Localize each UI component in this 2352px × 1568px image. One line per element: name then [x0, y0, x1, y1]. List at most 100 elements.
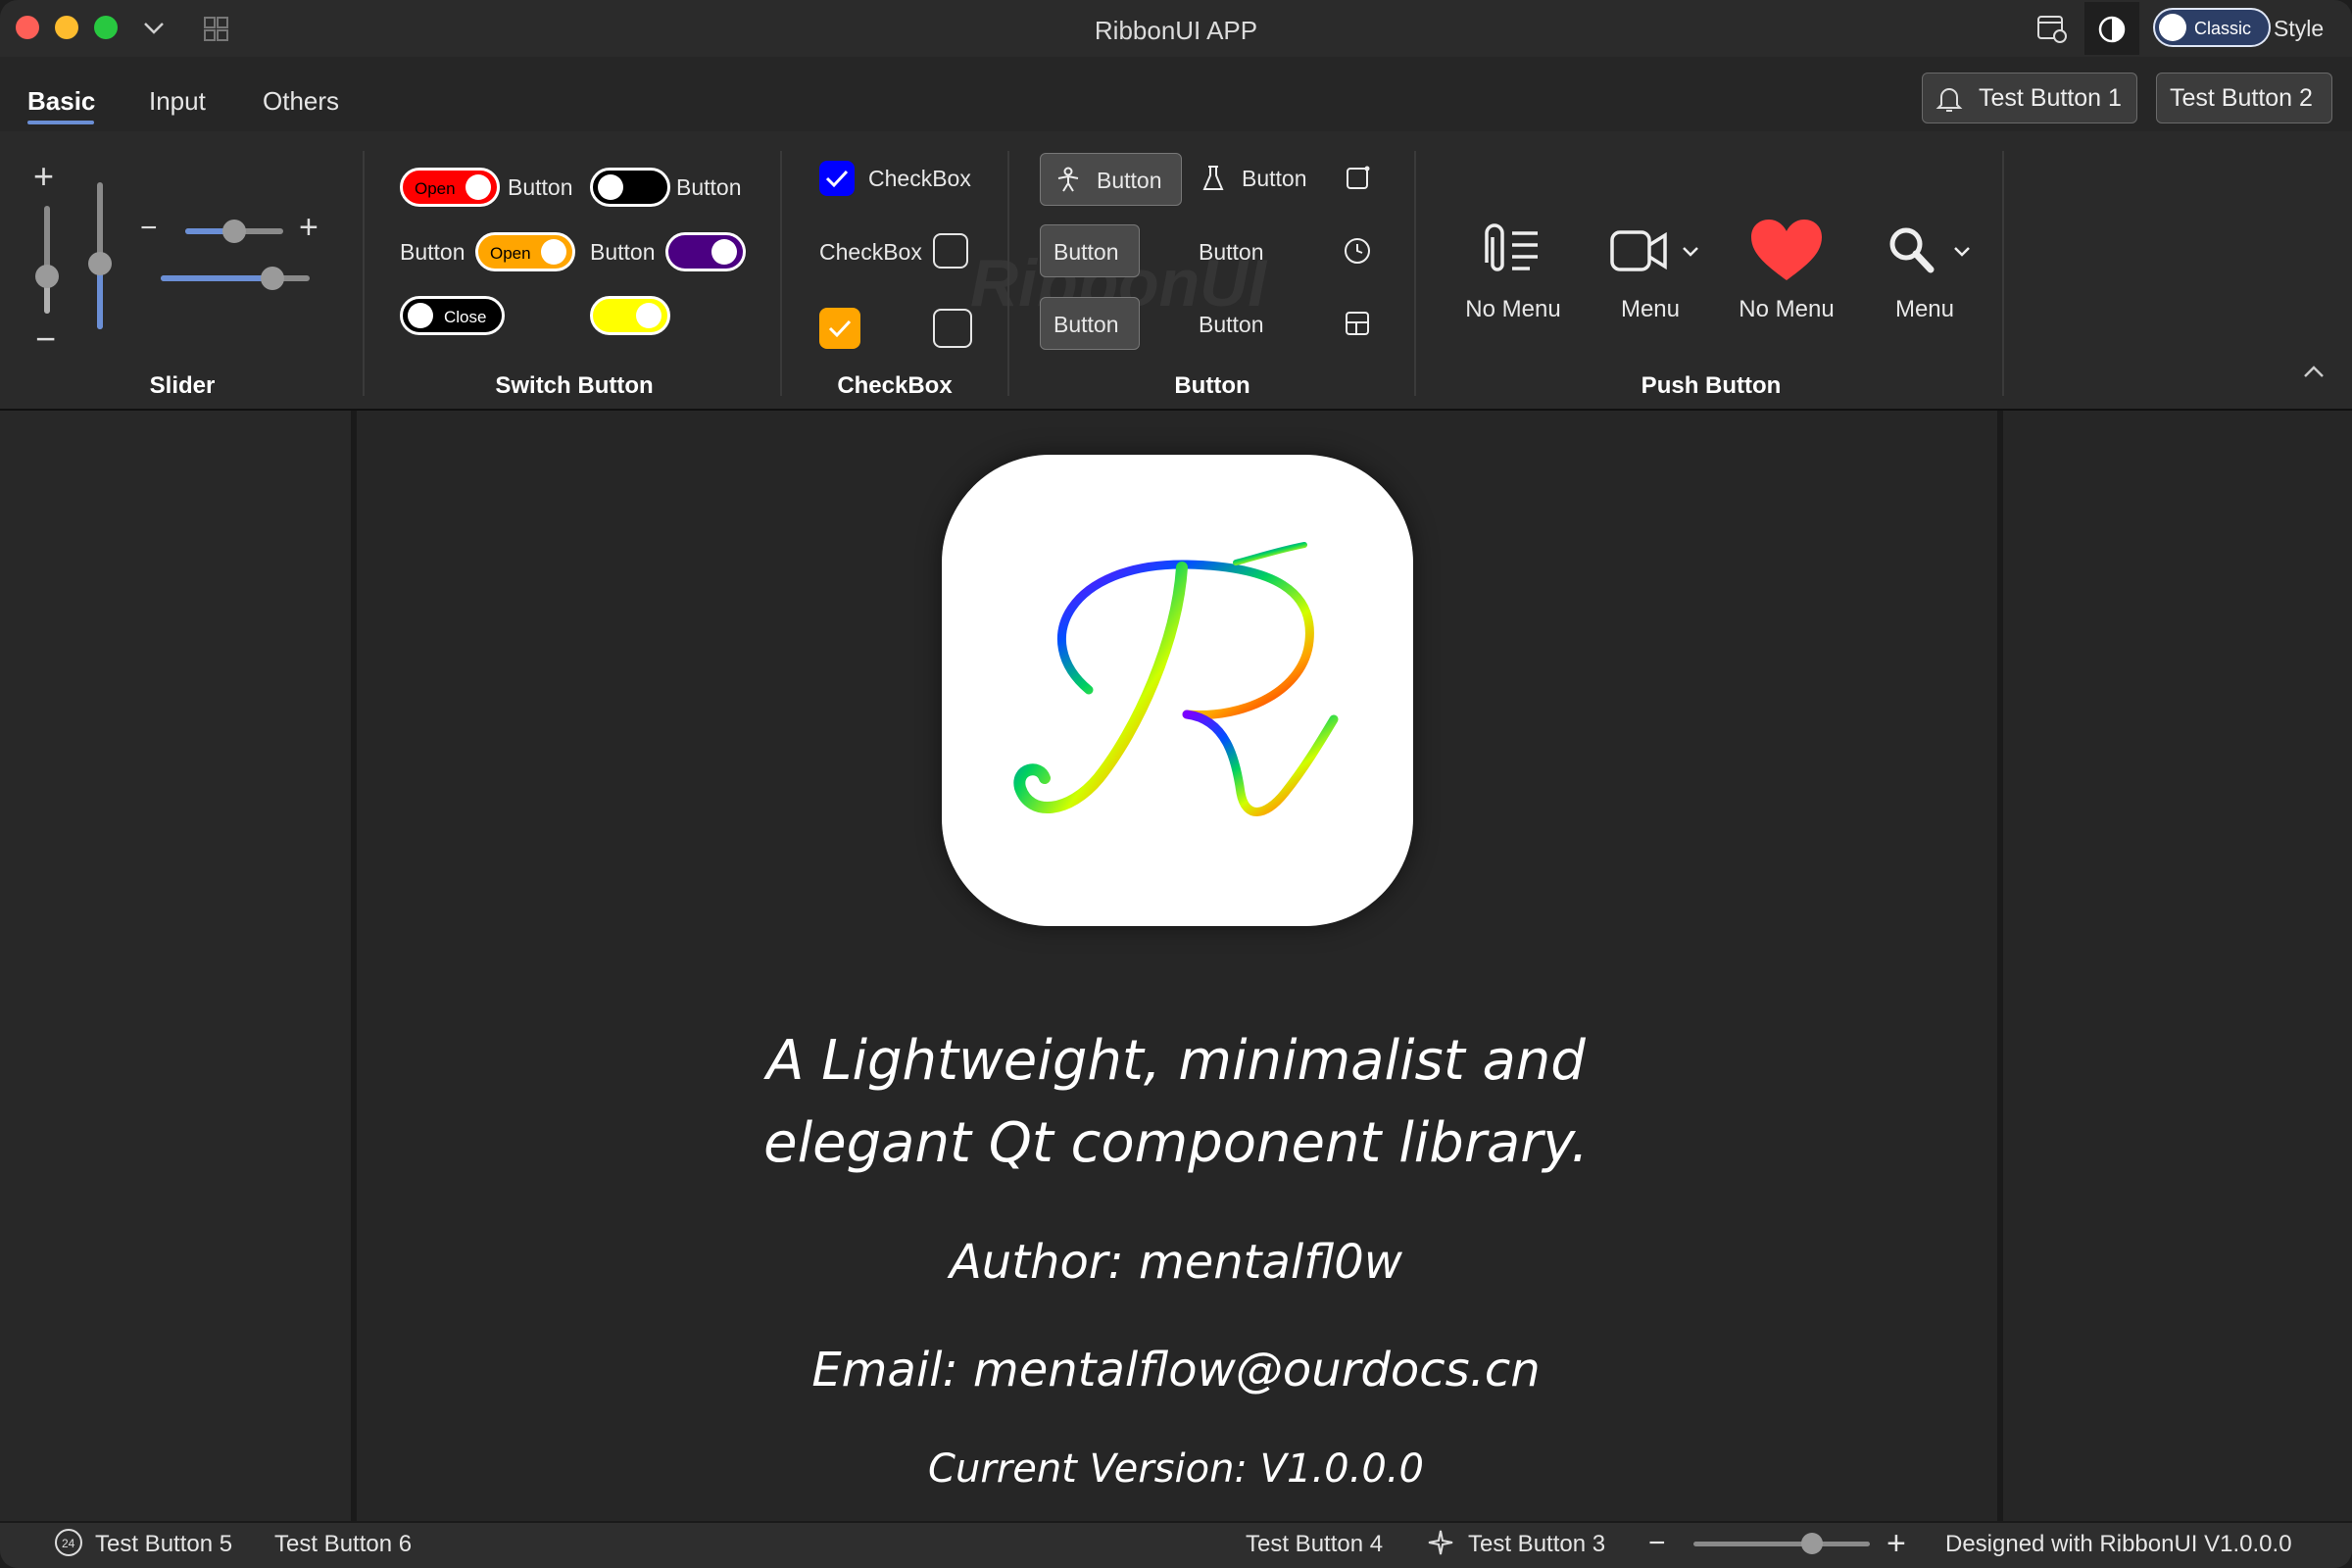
- test-button-6[interactable]: Test Button 6: [274, 1533, 412, 1556]
- test-button-3[interactable]: Test Button 3: [1468, 1533, 1605, 1556]
- slider-handle[interactable]: [88, 251, 112, 275]
- checkbox-unchecked[interactable]: [933, 309, 972, 348]
- test-button-4[interactable]: Test Button 4: [1246, 1533, 1383, 1556]
- window-settings-icon[interactable]: [2036, 14, 2068, 43]
- clip-list-icon: [1485, 223, 1538, 271]
- push-button-clip[interactable]: No Menu: [1454, 216, 1572, 333]
- tab-input[interactable]: Input: [149, 86, 206, 117]
- zoom-out-icon[interactable]: −: [1648, 1529, 1666, 1558]
- tab-others[interactable]: Others: [263, 86, 339, 117]
- group-divider: [780, 151, 782, 396]
- button-boxed[interactable]: Button: [1040, 297, 1140, 350]
- button-label: Button: [1097, 168, 1162, 193]
- button-text[interactable]: Button: [1199, 314, 1264, 336]
- checkbox-blue-checked[interactable]: [819, 161, 855, 196]
- button-text[interactable]: Button: [1242, 168, 1307, 190]
- switch-text: Button: [590, 239, 656, 265]
- style-toggle-label: Classic: [2194, 19, 2252, 38]
- button-label: Button: [1054, 312, 1119, 337]
- zoom-slider[interactable]: [1693, 1533, 1870, 1554]
- email-text: Email: mentalflow@ourdocs.cn: [811, 1343, 1541, 1397]
- switch-black[interactable]: [590, 168, 670, 207]
- collapse-ribbon-icon[interactable]: [2303, 365, 2325, 378]
- group-label-checkbox: CheckBox: [837, 372, 953, 399]
- push-button-label: No Menu: [1465, 296, 1561, 322]
- slider-minus-icon[interactable]: −: [35, 321, 56, 357]
- tagline-line-2: elegant Qt component library.: [763, 1111, 1589, 1175]
- switch-knob: [711, 239, 737, 265]
- test-button-2[interactable]: Test Button 2: [2156, 73, 2332, 123]
- switch-yellow[interactable]: [590, 296, 670, 335]
- vertical-slider-1[interactable]: [35, 206, 59, 314]
- tagline-line-1: A Lightweight, minimalist and: [766, 1029, 1586, 1093]
- checkbox-text: CheckBox: [819, 239, 922, 265]
- switch-knob: [636, 303, 662, 328]
- switch-knob: [408, 303, 433, 328]
- switch-knob: [598, 174, 623, 200]
- sparkle-icon: [1428, 1530, 1453, 1555]
- layout-icon[interactable]: [1345, 311, 1370, 336]
- switch-text: Button: [676, 174, 742, 200]
- switch-open-red[interactable]: Open: [400, 168, 500, 207]
- app-logo: R: [942, 455, 1413, 926]
- slider-fill: [161, 275, 272, 281]
- slider-handle[interactable]: [222, 220, 246, 243]
- slider-plus-icon[interactable]: +: [299, 211, 318, 244]
- horizontal-slider-2[interactable]: [161, 267, 310, 290]
- test-button-1[interactable]: Test Button 1: [1922, 73, 2137, 123]
- switch-knob: [466, 174, 491, 200]
- switch-purple[interactable]: [665, 232, 746, 271]
- checkbox-unchecked[interactable]: [933, 233, 968, 269]
- theme-toggle-button[interactable]: [2084, 2, 2139, 55]
- switch-label: Close: [444, 308, 487, 326]
- chevron-down-icon[interactable]: [1953, 246, 1971, 258]
- button-label: Button: [1054, 239, 1119, 265]
- slider-minus-icon[interactable]: −: [140, 214, 158, 243]
- bell-icon: [1936, 88, 1963, 112]
- button-text[interactable]: Button: [1199, 241, 1264, 264]
- switch-text: Button: [400, 239, 466, 265]
- button-figure[interactable]: Button: [1040, 153, 1182, 206]
- button-boxed[interactable]: Button: [1040, 224, 1140, 277]
- push-button-search[interactable]: Menu: [1866, 216, 1984, 333]
- credit-text: Designed with RibbonUI V1.0.0.0: [1945, 1531, 2292, 1557]
- checkbox-orange-checked[interactable]: [819, 308, 860, 349]
- slider-handle[interactable]: [261, 267, 284, 290]
- style-toggle[interactable]: Classic: [2153, 8, 2271, 47]
- group-label-slider: Slider: [149, 372, 216, 399]
- heart-icon: [1751, 220, 1822, 280]
- push-button-heart[interactable]: No Menu: [1728, 216, 1845, 333]
- push-button-video[interactable]: Menu: [1592, 216, 1709, 333]
- test-button-5[interactable]: Test Button 5: [95, 1533, 232, 1556]
- app-window: RibbonUI APP Classic Style Basic Input O…: [0, 0, 2352, 1568]
- push-button-label: Menu: [1620, 296, 1681, 322]
- zoom-in-icon[interactable]: +: [1886, 1527, 1906, 1560]
- group-label-switch: Switch Button: [495, 372, 654, 399]
- flask-icon: [1202, 166, 1224, 190]
- clock-icon[interactable]: [1344, 237, 1371, 265]
- slider-plus-icon[interactable]: +: [33, 159, 54, 194]
- vertical-slider-2[interactable]: [88, 182, 112, 329]
- group-divider: [363, 151, 365, 396]
- search-icon: [1889, 227, 1935, 273]
- group-label-button: Button: [1174, 372, 1250, 399]
- switch-open-orange[interactable]: Open: [475, 232, 575, 271]
- group-divider: [1414, 151, 1416, 396]
- slider-handle[interactable]: [35, 264, 59, 288]
- push-button-label: No Menu: [1739, 296, 1835, 322]
- timer-24-icon[interactable]: 24: [55, 1529, 82, 1556]
- toggle-knob: [2159, 14, 2186, 41]
- horizontal-slider-1[interactable]: [185, 220, 283, 243]
- video-icon: [1610, 230, 1667, 271]
- square-icon[interactable]: [1346, 165, 1371, 190]
- contrast-icon: [2098, 16, 2126, 43]
- window-title: RibbonUI APP: [1094, 16, 1258, 45]
- switch-label: Open: [490, 244, 531, 263]
- switch-text: Button: [508, 174, 573, 200]
- group-label-push: Push Button: [1641, 372, 1782, 399]
- switch-close[interactable]: Close: [400, 296, 505, 335]
- checkbox-text: CheckBox: [868, 166, 971, 191]
- tab-basic[interactable]: Basic: [27, 86, 95, 117]
- test-button-2-label: Test Button 2: [2170, 84, 2313, 112]
- chevron-down-icon[interactable]: [1682, 246, 1699, 258]
